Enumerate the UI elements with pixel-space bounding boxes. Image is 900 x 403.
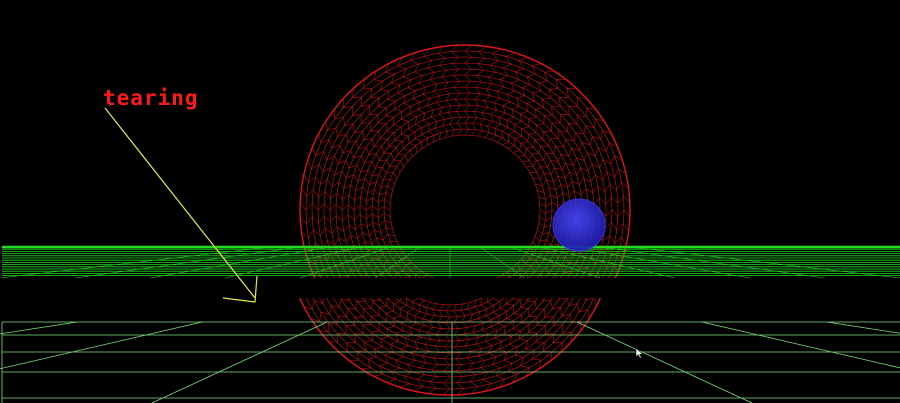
torus-mesh-line (301, 188, 391, 204)
torus-mesh-line (537, 168, 627, 193)
torus-ring-line (369, 298, 531, 336)
scene-canvas (0, 44, 900, 403)
torus-mesh-line (383, 78, 419, 162)
torus-mesh-line (464, 45, 473, 136)
torus-mesh-line (311, 141, 385, 192)
torus-mesh-line (513, 87, 577, 153)
torus-mesh-line (471, 46, 487, 136)
torus-ring-line (335, 80, 595, 278)
ground-depth-line (0, 321, 78, 335)
torus-mesh-line (333, 109, 404, 168)
torus-ring-line (371, 116, 559, 278)
torus-mesh-line (423, 48, 448, 138)
torus-mesh-line (342, 98, 408, 162)
torus-mesh-line (318, 133, 398, 179)
torus-mesh-line (300, 202, 391, 211)
torus-mesh-line (453, 304, 465, 395)
ground-depth-line (701, 321, 900, 369)
torus-mesh-line (289, 194, 376, 217)
torus-mesh-line (442, 304, 451, 395)
torus-mesh-line (362, 79, 418, 153)
torus-mesh-line (450, 65, 457, 155)
ground-depth-line (826, 321, 900, 334)
torus-mesh-line (373, 298, 419, 377)
ground-depth-line (0, 321, 203, 370)
ground-plane-lower (0, 321, 900, 403)
torus-mesh-line (507, 78, 566, 149)
torus-ring-line (319, 298, 581, 378)
torus-mesh-line (437, 46, 455, 137)
tearing-gap-band (0, 278, 900, 298)
torus-mesh-line (359, 91, 407, 169)
mouse-pointer-icon (635, 347, 644, 359)
torus-mesh-line (458, 285, 465, 375)
torus-mesh-line (522, 107, 596, 163)
render-viewport[interactable]: tearing (0, 0, 900, 403)
ground-depth-line (576, 321, 753, 403)
tearing-annotation-label: tearing (103, 86, 199, 110)
blue-sphere (552, 198, 606, 252)
torus-mesh-line (396, 73, 426, 160)
ground-depth-line (151, 321, 328, 403)
torus-mesh-line (496, 63, 542, 143)
torus-mesh-line (301, 220, 392, 238)
torus-mesh-line (538, 182, 629, 200)
torus-ring-line (361, 298, 539, 342)
torus-mesh-line (428, 304, 444, 394)
torus-mesh-line (505, 298, 553, 361)
ground-plane-upper (0, 245, 900, 279)
torus-ring-line (333, 298, 567, 366)
torus-ring-line (347, 298, 553, 354)
torus-mesh-line (467, 302, 492, 392)
torus-ring-line (340, 298, 560, 360)
torus-mesh-line (300, 213, 391, 225)
torus-mesh-line (469, 73, 499, 158)
torus-mesh-line (450, 45, 462, 136)
torus-mesh-line (349, 298, 401, 362)
torus-mesh-line (338, 108, 397, 177)
torus-mesh-line (460, 303, 478, 394)
torus-ring-line (377, 298, 523, 330)
